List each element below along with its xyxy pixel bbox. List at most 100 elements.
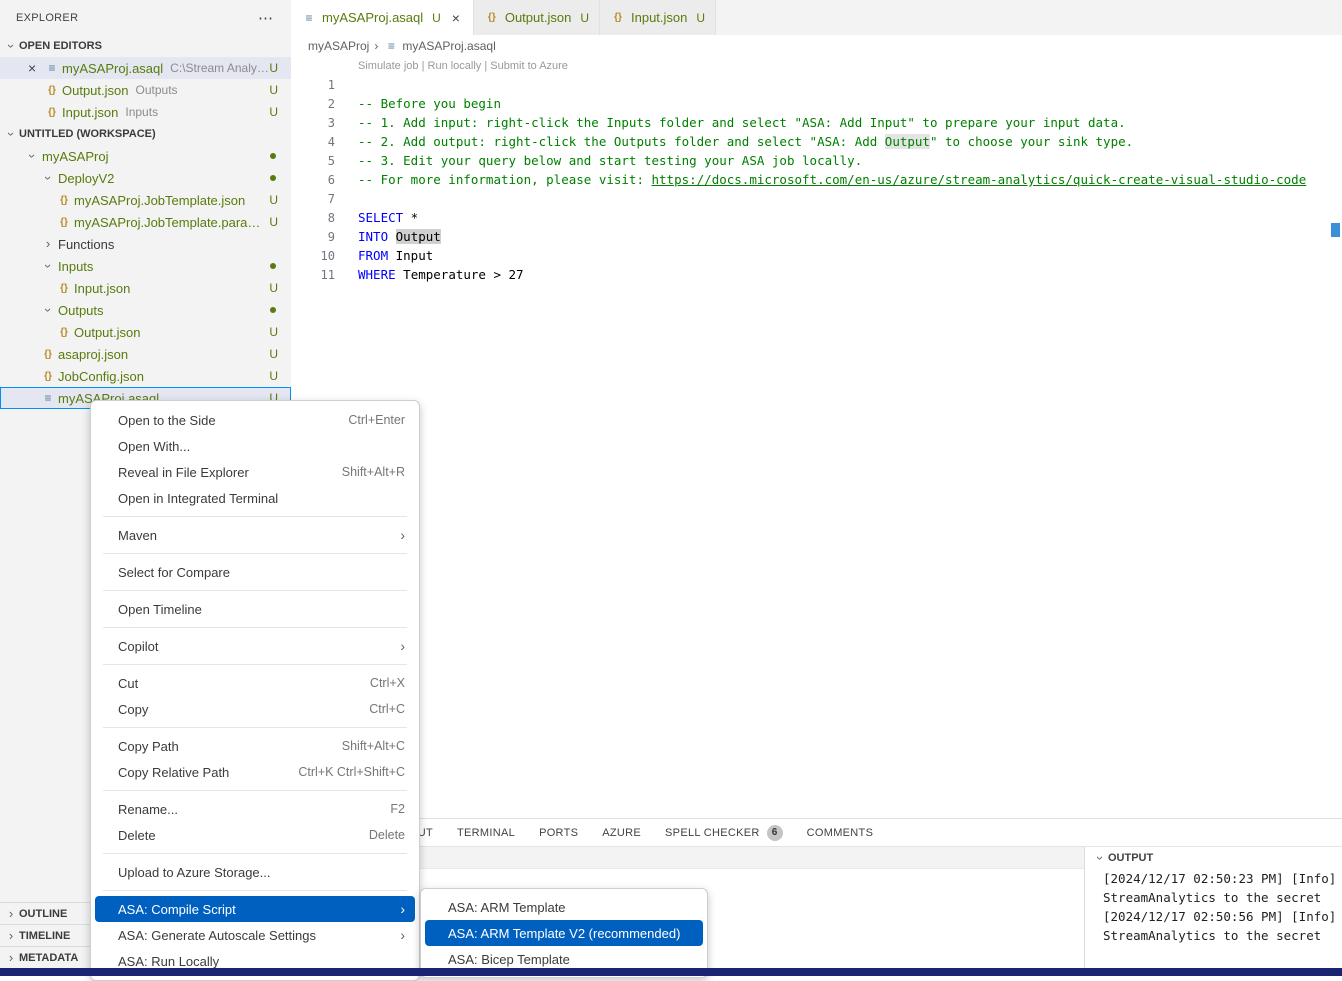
menu-item-shortcut: Delete <box>349 828 405 842</box>
code-line[interactable]: 11WHERE Temperature > 27 <box>291 265 1342 284</box>
menu-item-shortcut: Ctrl+X <box>350 676 405 690</box>
menu-item-asa-compile-script[interactable]: ASA: Compile Script› <box>95 896 415 922</box>
menu-item-open-timeline[interactable]: Open Timeline <box>95 596 415 622</box>
code-line[interactable]: 10FROM Input <box>291 246 1342 265</box>
breadcrumb-separator-icon: › <box>374 39 378 53</box>
menu-item-open-with[interactable]: Open With... <box>95 433 415 459</box>
code-token: " to choose your sink type. <box>930 134 1133 149</box>
editor-tab-output-json[interactable]: {}Output.jsonU <box>474 0 600 35</box>
line-number: 2 <box>291 97 335 111</box>
editor-tab-input-json[interactable]: {}Input.jsonU <box>600 0 716 35</box>
tree-item-input-json[interactable]: {}Input.jsonU <box>0 277 291 299</box>
tree-item-output-json[interactable]: {}Output.jsonU <box>0 321 291 343</box>
code-text: -- Before you begin <box>358 96 501 111</box>
menu-item-open-to-the-side[interactable]: Open to the SideCtrl+Enter <box>95 407 415 433</box>
menu-item-copy-relative-path[interactable]: Copy Relative PathCtrl+K Ctrl+Shift+C <box>95 759 415 785</box>
file-detail: Outputs <box>136 83 178 97</box>
menu-item-shortcut: Shift+Alt+R <box>322 465 405 479</box>
menu-item-rename[interactable]: Rename...F2 <box>95 796 415 822</box>
code-line[interactable]: 9INTO Output <box>291 227 1342 246</box>
menu-item-select-for-compare[interactable]: Select for Compare <box>95 559 415 585</box>
menu-item-label: Open With... <box>118 439 190 454</box>
panel-tab-label: AZURE <box>602 827 641 839</box>
section-label: UNTITLED (WORKSPACE) <box>19 128 156 140</box>
menu-item-copy-path[interactable]: Copy PathShift+Alt+C <box>95 733 415 759</box>
panel-tab-ports[interactable]: PORTS <box>539 819 578 846</box>
tree-item-label: Functions <box>58 237 114 252</box>
line-number: 7 <box>291 192 335 206</box>
code-line[interactable]: 2 -- Before you begin <box>291 94 1342 113</box>
json-file-icon: {} <box>610 12 626 23</box>
breadcrumb-item-myasaproj-asaql[interactable]: ≡myASAProj.asaql <box>383 39 495 53</box>
tree-item-label: DeployV2 <box>58 171 114 186</box>
panel-tab-comments[interactable]: COMMENTS <box>807 819 874 846</box>
section-label: OPEN EDITORS <box>19 40 102 52</box>
code-line[interactable]: 7 <box>291 189 1342 208</box>
code-link[interactable]: https://docs.microsoft.com/en-us/azure/s… <box>652 172 1307 187</box>
panel-tab-spell-checker[interactable]: SPELL CHECKER6 <box>665 819 783 846</box>
code-line[interactable]: 6-- For more information, please visit: … <box>291 170 1342 189</box>
menu-item-label: ASA: Generate Autoscale Settings <box>118 928 316 943</box>
line-number: 4 <box>291 135 335 149</box>
menu-item-open-in-integrated-terminal[interactable]: Open in Integrated Terminal <box>95 485 415 511</box>
code-line[interactable]: 4-- 2. Add output: right-click the Outpu… <box>291 132 1342 151</box>
more-actions-icon[interactable]: ⋯ <box>258 9 273 27</box>
tree-item-jobconfig-json[interactable]: {}JobConfig.jsonU <box>0 365 291 387</box>
close-icon[interactable]: × <box>449 10 463 26</box>
code-line[interactable]: 3-- 1. Add input: right-click the Inputs… <box>291 113 1342 132</box>
output-log: [2024/12/17 02:50:23 PM] [Info]StreamAna… <box>1085 869 1342 945</box>
tree-item-myasaproj[interactable]: ›myASAProj <box>0 145 291 167</box>
panel-tab-terminal[interactable]: TERMINAL <box>457 819 515 846</box>
workspace-header[interactable]: › UNTITLED (WORKSPACE) <box>0 123 291 145</box>
close-icon[interactable]: × <box>28 60 44 76</box>
tree-item-myasaproj-jobtemplate-parameter[interactable]: {}myASAProj.JobTemplate.parameter...U <box>0 211 291 233</box>
code-line[interactable]: 5-- 3. Edit your query below and start t… <box>291 151 1342 170</box>
line-number: 1 <box>291 78 335 92</box>
untracked-children-dot <box>270 307 276 313</box>
panel-tab-azure[interactable]: AZURE <box>602 819 641 846</box>
open-editor-myasaproj-asaql[interactable]: ×≡myASAProj.asaqlC:\Stream Analyt...U <box>0 57 291 79</box>
submenu-item-asa-arm-template[interactable]: ASA: ARM Template <box>425 894 703 920</box>
code-line[interactable]: 1 <box>291 75 1342 94</box>
chevron-right-icon: › <box>40 236 56 252</box>
menu-separator <box>103 590 407 591</box>
tree-item-label: JobConfig.json <box>58 369 144 384</box>
submenu-arrow-icon: › <box>400 901 405 917</box>
file-detail: Inputs <box>125 105 158 119</box>
tree-item-asaproj-json[interactable]: {}asaproj.jsonU <box>0 343 291 365</box>
menu-item-copilot[interactable]: Copilot› <box>95 633 415 659</box>
open-editor-output-json[interactable]: ×{}Output.jsonOutputsU <box>0 79 291 101</box>
menu-item-cut[interactable]: CutCtrl+X <box>95 670 415 696</box>
menu-item-asa-generate-autoscale-settings[interactable]: ASA: Generate Autoscale Settings› <box>95 922 415 948</box>
tree-item-outputs[interactable]: ›Outputs <box>0 299 291 321</box>
editor-tab-myasaproj-asaql[interactable]: ≡myASAProj.asaqlU× <box>291 0 474 35</box>
menu-item-reveal-in-file-explorer[interactable]: Reveal in File ExplorerShift+Alt+R <box>95 459 415 485</box>
section-label: METADATA <box>19 952 78 964</box>
tree-item-inputs[interactable]: ›Inputs <box>0 255 291 277</box>
output-view-header[interactable]: › OUTPUT <box>1085 847 1342 869</box>
menu-item-label: Copy Path <box>118 739 179 754</box>
menu-item-delete[interactable]: DeleteDelete <box>95 822 415 848</box>
menu-item-copy[interactable]: CopyCtrl+C <box>95 696 415 722</box>
file-tree: ›myASAProj›DeployV2{}myASAProj.JobTempla… <box>0 145 291 409</box>
tree-item-myasaproj-jobtemplate-json[interactable]: {}myASAProj.JobTemplate.jsonU <box>0 189 291 211</box>
open-editor-input-json[interactable]: ×{}Input.jsonInputsU <box>0 101 291 123</box>
menu-item-maven[interactable]: Maven› <box>95 522 415 548</box>
tree-item-functions[interactable]: ›Functions <box>0 233 291 255</box>
open-editors-header[interactable]: › OPEN EDITORS <box>0 35 291 57</box>
submenu-item-asa-arm-template-v2-recommended[interactable]: ASA: ARM Template V2 (recommended) <box>425 920 703 946</box>
tree-item-deployv2[interactable]: ›DeployV2 <box>0 167 291 189</box>
modified-badge: U <box>432 11 441 25</box>
line-number: 9 <box>291 230 335 244</box>
status-bar <box>0 968 1342 976</box>
chevron-down-icon: › <box>40 170 56 186</box>
codelens-actions[interactable]: Simulate job | Run locally | Submit to A… <box>291 57 1342 75</box>
code-line[interactable]: 8SELECT * <box>291 208 1342 227</box>
breadcrumb-item-myasaproj[interactable]: myASAProj <box>308 39 369 53</box>
menu-item-shortcut: Ctrl+C <box>349 702 405 716</box>
panel-tab-badge: 6 <box>767 825 783 841</box>
modified-badge: U <box>269 281 278 295</box>
tree-item-label: myASAProj.JobTemplate.json <box>74 193 245 208</box>
code-token: Output <box>885 134 930 149</box>
menu-item-upload-to-azure-storage[interactable]: Upload to Azure Storage... <box>95 859 415 885</box>
